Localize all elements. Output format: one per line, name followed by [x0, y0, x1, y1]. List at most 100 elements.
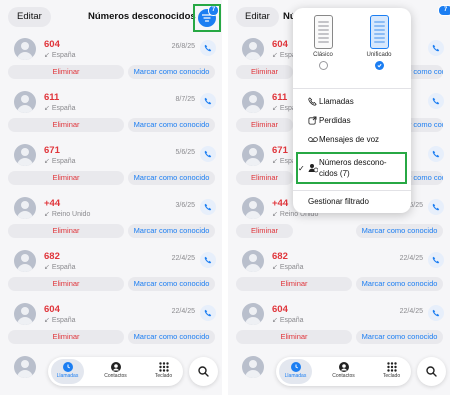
- mark-known-button[interactable]: Marcar como conocido: [356, 277, 443, 291]
- phone-icon: [432, 44, 440, 52]
- filter-menu: Clásico Unificado Llamadas Perdidas Mens…: [293, 8, 411, 213]
- delete-button[interactable]: Eliminar: [236, 224, 293, 238]
- edit-button[interactable]: Editar: [8, 7, 51, 27]
- delete-button[interactable]: Eliminar: [236, 171, 293, 185]
- call-button[interactable]: [200, 305, 216, 321]
- call-button[interactable]: [428, 252, 444, 268]
- mark-known-button[interactable]: Marcar como conocido: [128, 224, 215, 238]
- delete-button[interactable]: Eliminar: [8, 65, 124, 79]
- delete-button[interactable]: Eliminar: [236, 118, 293, 132]
- call-button[interactable]: [428, 305, 444, 321]
- delete-button[interactable]: Eliminar: [8, 118, 124, 132]
- avatar: [242, 197, 264, 219]
- layout-option-unified[interactable]: Unificado: [357, 15, 401, 70]
- caller-number: +44: [44, 198, 61, 209]
- tab-keypad-label: Teclado: [382, 373, 401, 379]
- delete-button[interactable]: Eliminar: [236, 330, 352, 344]
- avatar: [14, 91, 36, 113]
- call-date: 22/4/25: [171, 255, 195, 262]
- search-button[interactable]: [189, 357, 218, 386]
- radio-unselected[interactable]: [318, 61, 328, 70]
- call-button[interactable]: [428, 199, 444, 215]
- avatar: [242, 91, 264, 113]
- calls-screen-right: Editar Números desconocidos 7 604 ↙ Espa…: [228, 0, 450, 395]
- delete-button[interactable]: Eliminar: [8, 171, 124, 185]
- tab-bar: Llamadas Contactos Teclado: [48, 357, 183, 386]
- tab-keypad[interactable]: Teclado: [375, 359, 408, 384]
- call-row[interactable]: 604 ↙ España 22/4/25 Eliminar Marcar com…: [228, 301, 450, 354]
- call-button[interactable]: [200, 93, 216, 109]
- call-row[interactable]: 604 ↙ España 26/8/25 Eliminar Marcar com…: [0, 36, 222, 89]
- call-row[interactable]: 682 ↙ España 22/4/25 Eliminar Marcar com…: [228, 248, 450, 301]
- menu-item-manage-filtering[interactable]: Gestionar filtrado: [293, 194, 411, 210]
- menu-item-label: Llamadas: [319, 97, 354, 106]
- call-button[interactable]: [200, 40, 216, 56]
- layout-option-classic[interactable]: Clásico: [301, 15, 345, 70]
- person-icon: [110, 362, 121, 372]
- mark-known-button[interactable]: Marcar como conocido: [128, 330, 215, 344]
- call-button[interactable]: [200, 252, 216, 268]
- caller-number: 604: [272, 304, 288, 315]
- layout-option-label: Unificado: [366, 52, 392, 58]
- call-date: 22/4/25: [399, 255, 423, 262]
- incoming-arrow-icon: ↙: [272, 264, 280, 271]
- page-title-partial: Números desconocidos: [283, 11, 293, 22]
- call-button[interactable]: [428, 40, 444, 56]
- menu-item-missed[interactable]: Perdidas: [293, 113, 411, 129]
- caller-country: ↙ España: [44, 317, 76, 324]
- edit-button[interactable]: Editar: [236, 7, 279, 27]
- call-row[interactable]: +44 ↙ Reino Unido 3/6/25 Eliminar Marcar…: [0, 195, 222, 248]
- mark-known-button[interactable]: Marcar como conocido: [128, 277, 215, 291]
- radio-selected[interactable]: [374, 61, 384, 70]
- mark-known-button[interactable]: Marcar como conocido: [356, 224, 443, 238]
- call-row[interactable]: 611 ↙ España 8/7/25 Eliminar Marcar como…: [0, 89, 222, 142]
- tab-calls[interactable]: Llamadas: [51, 359, 84, 384]
- call-button[interactable]: [200, 199, 216, 215]
- call-date: 5/6/25: [175, 149, 195, 156]
- call-row[interactable]: 604 ↙ España 22/4/25 Eliminar Marcar com…: [0, 301, 222, 354]
- tab-keypad-label: Teclado: [154, 373, 173, 379]
- call-date: 3/6/25: [175, 202, 195, 209]
- caller-number: 604: [44, 304, 60, 315]
- delete-button[interactable]: Eliminar: [236, 277, 352, 291]
- caller-number: 682: [44, 251, 60, 262]
- delete-button[interactable]: Eliminar: [8, 330, 124, 344]
- caller-country: ↙ España: [44, 158, 76, 165]
- call-button[interactable]: [428, 146, 444, 162]
- menu-item-calls[interactable]: Llamadas: [293, 94, 411, 110]
- phone-icon: [204, 256, 212, 264]
- filter-button-highlight: [193, 4, 221, 32]
- menu-item-label: Gestionar filtrado: [308, 197, 369, 206]
- call-date: 22/4/25: [399, 308, 423, 315]
- search-button[interactable]: [417, 357, 446, 386]
- avatar: [242, 144, 264, 166]
- phone-icon: [204, 150, 212, 158]
- mark-known-button[interactable]: Marcar como conocido: [128, 65, 215, 79]
- call-row[interactable]: 682 ↙ España 22/4/25 Eliminar Marcar com…: [0, 248, 222, 301]
- call-button[interactable]: [428, 93, 444, 109]
- avatar: [14, 144, 36, 166]
- avatar: [14, 38, 36, 60]
- avatar: [14, 303, 36, 325]
- tab-calls-label: Llamadas: [56, 373, 79, 379]
- menu-item-voicemail[interactable]: Mensajes de voz: [293, 132, 411, 148]
- incoming-arrow-icon: ↙: [272, 317, 280, 324]
- delete-button[interactable]: Eliminar: [236, 65, 293, 79]
- mark-known-button[interactable]: Marcar como conocido: [128, 118, 215, 132]
- call-button[interactable]: [200, 146, 216, 162]
- delete-button[interactable]: Eliminar: [8, 224, 124, 238]
- phone-icon: [204, 309, 212, 317]
- tab-calls[interactable]: Llamadas: [279, 359, 312, 384]
- calls-list: 604 ↙ España 26/8/25 Eliminar Marcar com…: [0, 36, 222, 395]
- incoming-arrow-icon: ↙: [44, 317, 52, 324]
- caller-number: 604: [44, 39, 60, 50]
- checkmark-icon: [376, 63, 382, 68]
- delete-button[interactable]: Eliminar: [8, 277, 124, 291]
- tab-keypad[interactable]: Teclado: [147, 359, 180, 384]
- tab-contacts[interactable]: Contactos: [327, 359, 360, 384]
- mark-known-button[interactable]: Marcar como conocido: [128, 171, 215, 185]
- phone-icon: [204, 203, 212, 211]
- tab-contacts[interactable]: Contactos: [99, 359, 132, 384]
- call-row[interactable]: 671 ↙ España 5/6/25 Eliminar Marcar como…: [0, 142, 222, 195]
- mark-known-button[interactable]: Marcar como conocido: [356, 330, 443, 344]
